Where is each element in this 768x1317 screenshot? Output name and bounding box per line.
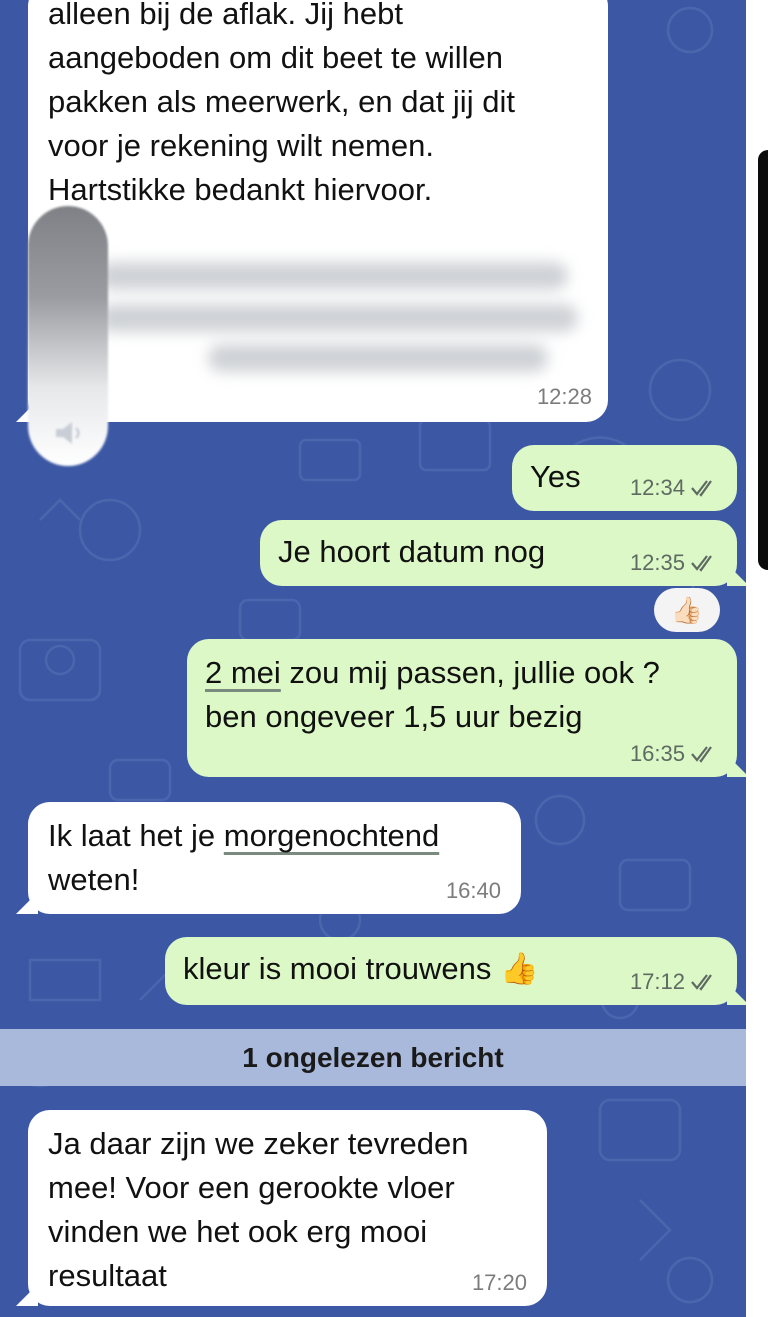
message-outgoing[interactable]: Yes 12:34 (512, 445, 737, 511)
message-text: Je hoort datum nog (278, 534, 546, 569)
message-meta: 12:35 (630, 550, 717, 576)
message-meta: 12:34 (630, 475, 717, 501)
thumbs-up-icon: 👍🏻 (670, 594, 704, 625)
double-check-icon (691, 746, 712, 763)
device-edge-right (746, 0, 768, 1317)
message-time: 12:35 (629, 550, 685, 575)
message-time: 16:35 (629, 741, 685, 766)
message-text: alleen bij de aflak. Jij hebt aangeboden… (48, 0, 515, 207)
message-outgoing[interactable]: kleur is mooi trouwens 👍 17:12 (165, 937, 746, 1005)
date-link[interactable]: morgenochtend (224, 818, 439, 853)
message-time: 17:12 (629, 969, 685, 994)
message-incoming[interactable]: Ik laat het je morgenochtend weten! 16:4… (16, 802, 521, 914)
message-text-line2: ben ongeveer 1,5 uur bezig (205, 699, 583, 734)
blurred-message-content (28, 222, 608, 372)
message-time: 16:40 (445, 878, 501, 903)
message-text: Ik laat het je morgenochtend (48, 818, 440, 853)
blurred-audio-thumbnail[interactable] (28, 206, 108, 466)
message-text: 2 mei zou mij passen, jullie ook ? (205, 655, 660, 690)
date-link[interactable]: 2 mei (205, 655, 281, 690)
message-time: 12:28 (536, 384, 592, 409)
double-check-icon (691, 555, 712, 572)
device-bezel (758, 150, 768, 570)
message-text: Yes (530, 459, 581, 494)
message-meta: 17:12 (630, 969, 717, 995)
message-text-line2: weten! (48, 862, 140, 897)
message-time: 12:34 (629, 475, 685, 500)
message-meta: 12:28 (537, 384, 592, 410)
double-check-icon (691, 974, 712, 991)
message-meta: 16:35 (630, 741, 717, 767)
message-meta: 17:20 (472, 1270, 527, 1296)
unread-divider-label: 1 ongelezen bericht (242, 1041, 504, 1073)
message-outgoing[interactable]: 2 mei zou mij passen, jullie ook ? ben o… (187, 639, 746, 777)
speaker-icon (56, 422, 80, 444)
reaction-badge[interactable]: 👍🏻 (654, 588, 720, 632)
message-time: 17:20 (471, 1270, 527, 1295)
message-text: Ja daar zijn we zeker tevreden mee! Voor… (48, 1126, 469, 1293)
unread-divider: 1 ongelezen bericht (0, 1029, 746, 1086)
message-text: kleur is mooi trouwens 👍 (183, 951, 539, 986)
double-check-icon (691, 480, 712, 497)
chat-background[interactable]: alleen bij de aflak. Jij hebt aangeboden… (0, 0, 746, 1317)
message-incoming[interactable]: Ja daar zijn we zeker tevreden mee! Voor… (16, 1110, 547, 1306)
message-outgoing[interactable]: Je hoort datum nog 12:35 (260, 520, 746, 586)
message-meta: 16:40 (446, 878, 501, 904)
